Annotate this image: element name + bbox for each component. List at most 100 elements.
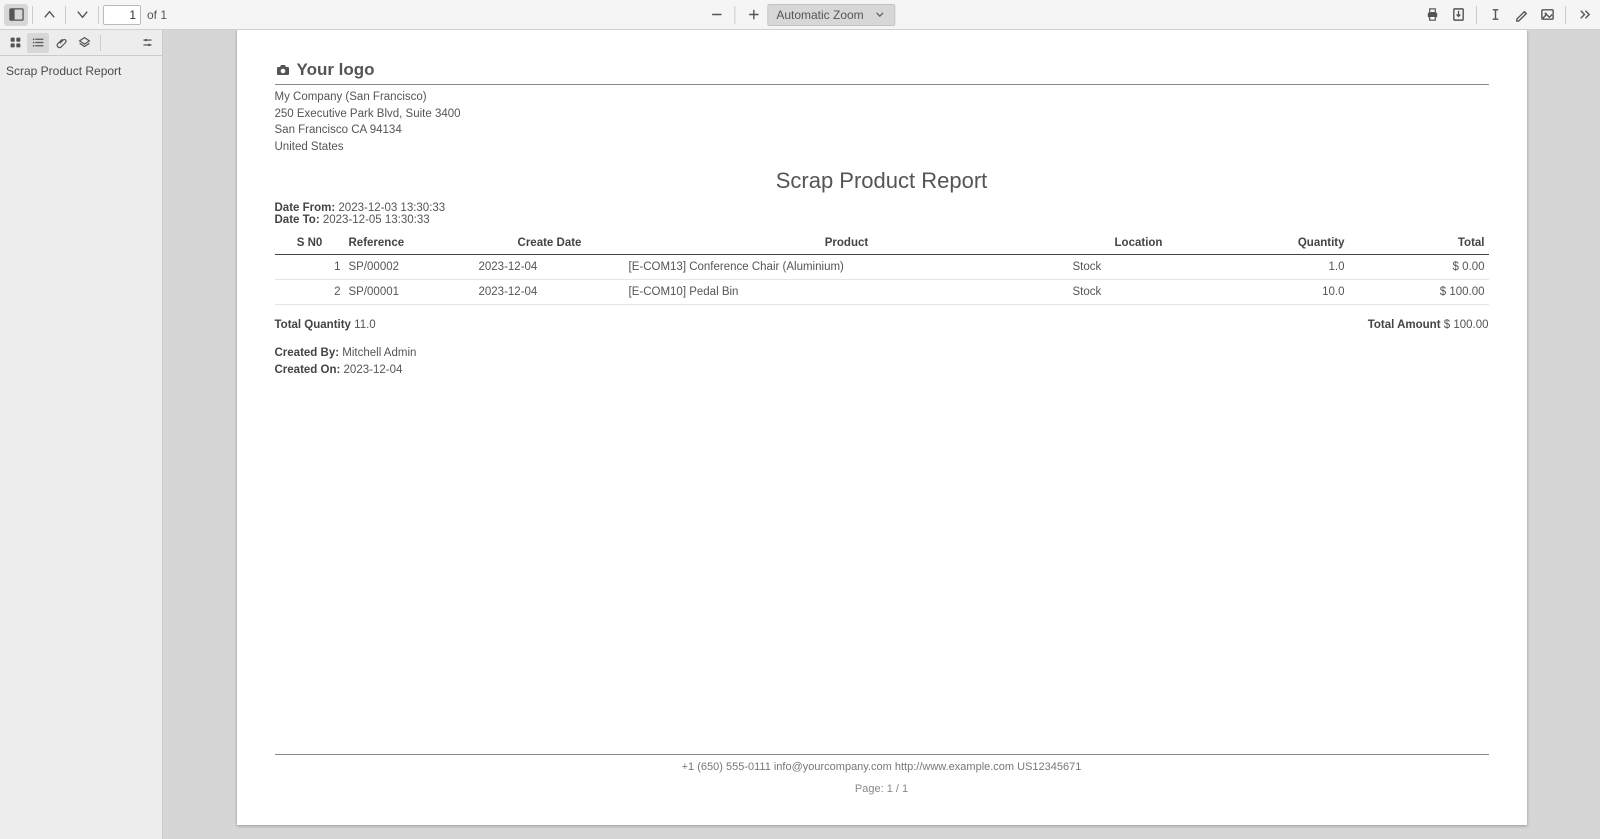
image-icon xyxy=(1540,7,1555,22)
company-address: My Company (San Francisco) 250 Executive… xyxy=(275,89,1489,156)
created-on-label: Created On: xyxy=(275,364,341,376)
created-on-value: 2023-12-04 xyxy=(344,364,403,376)
page-of-label: of 1 xyxy=(147,8,167,22)
cell-quantity: 1.0 xyxy=(1209,254,1349,279)
pdf-page: Your logo My Company (San Francisco) 250… xyxy=(237,30,1527,825)
chevrons-right-icon xyxy=(1577,7,1592,22)
chevron-down-icon xyxy=(874,8,887,21)
sliders-icon xyxy=(141,36,154,49)
cell-total: $ 100.00 xyxy=(1349,279,1489,304)
page-number-input[interactable] xyxy=(103,5,141,25)
report-table: S N0 Reference Create Date Product Locat… xyxy=(275,232,1489,305)
date-to-value: 2023-12-05 13:30:33 xyxy=(323,214,430,226)
cell-quantity: 10.0 xyxy=(1209,279,1349,304)
sidebar: Scrap Product Report xyxy=(0,30,163,839)
zoom-level-label: Automatic Zoom xyxy=(776,8,863,22)
table-header-row: S N0 Reference Create Date Product Locat… xyxy=(275,232,1489,255)
prev-page-button[interactable] xyxy=(37,4,61,26)
next-page-button[interactable] xyxy=(70,4,94,26)
cell-product: [E-COM10] Pedal Bin xyxy=(625,279,1069,304)
pencil-icon xyxy=(1514,7,1529,22)
cell-reference: SP/00001 xyxy=(345,279,475,304)
company-name: My Company (San Francisco) xyxy=(275,89,1489,106)
zoom-out-button[interactable] xyxy=(704,4,728,26)
cell-total: $ 0.00 xyxy=(1349,254,1489,279)
separator xyxy=(98,6,99,24)
attachments-view-button[interactable] xyxy=(50,33,72,53)
total-quantity-value: 11.0 xyxy=(354,319,376,331)
separator xyxy=(1565,6,1566,24)
outline-item[interactable]: Scrap Product Report xyxy=(0,56,162,86)
table-row: 2 SP/00001 2023-12-04 [E-COM10] Pedal Bi… xyxy=(275,279,1489,304)
footer-page-number: Page: 1 / 1 xyxy=(275,783,1489,795)
header-rule xyxy=(275,84,1489,85)
cell-location: Stock xyxy=(1069,279,1209,304)
separator xyxy=(100,35,101,51)
total-amount-value: $ 100.00 xyxy=(1444,319,1489,331)
cell-location: Stock xyxy=(1069,254,1209,279)
separator xyxy=(1476,6,1477,24)
print-button[interactable] xyxy=(1420,4,1444,26)
list-icon xyxy=(32,36,45,49)
text-tool-button[interactable] xyxy=(1483,4,1507,26)
date-from-row: Date From: 2023-12-03 13:30:33 xyxy=(275,202,1489,214)
total-amount-label: Total Amount xyxy=(1368,319,1441,331)
outline-view-button[interactable] xyxy=(27,33,49,53)
pdf-toolbar: of 1 Automatic Zoom xyxy=(0,0,1600,30)
col-product: Product xyxy=(625,232,1069,255)
col-location: Location xyxy=(1069,232,1209,255)
outline-options-button[interactable] xyxy=(136,33,158,53)
date-from-value: 2023-12-03 13:30:33 xyxy=(338,202,445,214)
report-title: Scrap Product Report xyxy=(275,168,1489,194)
download-button[interactable] xyxy=(1446,4,1470,26)
col-sno: S N0 xyxy=(275,232,345,255)
thumbnails-view-button[interactable] xyxy=(4,33,26,53)
tools-menu-button[interactable] xyxy=(1572,4,1596,26)
date-from-label: Date From: xyxy=(275,202,336,214)
page-footer: +1 (650) 555-0111 info@yourcompany.com h… xyxy=(275,749,1489,796)
image-tool-button[interactable] xyxy=(1535,4,1559,26)
total-quantity-label: Total Quantity xyxy=(275,319,351,331)
separator xyxy=(65,6,66,24)
cell-reference: SP/00002 xyxy=(345,254,475,279)
cell-create-date: 2023-12-04 xyxy=(475,254,625,279)
company-city: San Francisco CA 94134 xyxy=(275,122,1489,139)
totals-row: Total Quantity 11.0 Total Amount $ 100.0… xyxy=(275,319,1489,331)
company-street: 250 Executive Park Blvd, Suite 3400 xyxy=(275,106,1489,123)
text-cursor-icon xyxy=(1488,7,1503,22)
grid-icon xyxy=(9,36,22,49)
pdf-viewer[interactable]: Your logo My Company (San Francisco) 250… xyxy=(163,30,1600,839)
table-row: 1 SP/00002 2023-12-04 [E-COM13] Conferen… xyxy=(275,254,1489,279)
download-icon xyxy=(1451,7,1466,22)
created-by-label: Created By: xyxy=(275,347,340,359)
separator xyxy=(32,6,33,24)
date-to-row: Date To: 2023-12-05 13:30:33 xyxy=(275,214,1489,226)
layers-view-button[interactable] xyxy=(73,33,95,53)
camera-icon xyxy=(275,62,291,78)
layers-icon xyxy=(78,36,91,49)
print-icon xyxy=(1425,7,1440,22)
cell-sno: 2 xyxy=(275,279,345,304)
logo-text: Your logo xyxy=(297,60,375,80)
created-by-value: Mitchell Admin xyxy=(342,347,416,359)
col-quantity: Quantity xyxy=(1209,232,1349,255)
col-create-date: Create Date xyxy=(475,232,625,255)
cell-product: [E-COM13] Conference Chair (Aluminium) xyxy=(625,254,1069,279)
separator xyxy=(734,6,735,24)
company-country: United States xyxy=(275,139,1489,156)
footer-contact: +1 (650) 555-0111 info@yourcompany.com h… xyxy=(275,761,1489,773)
col-total: Total xyxy=(1349,232,1489,255)
zoom-level-select[interactable]: Automatic Zoom xyxy=(767,4,895,26)
created-info: Created By: Mitchell Admin Created On: 2… xyxy=(275,345,1489,380)
cell-create-date: 2023-12-04 xyxy=(475,279,625,304)
zoom-in-button[interactable] xyxy=(741,4,765,26)
paperclip-icon xyxy=(55,36,68,49)
cell-sno: 1 xyxy=(275,254,345,279)
toggle-sidebar-button[interactable] xyxy=(4,4,28,26)
col-reference: Reference xyxy=(345,232,475,255)
sidebar-toolbar xyxy=(0,30,162,56)
draw-tool-button[interactable] xyxy=(1509,4,1533,26)
outline-item-label: Scrap Product Report xyxy=(6,64,121,78)
date-to-label: Date To: xyxy=(275,214,320,226)
company-logo: Your logo xyxy=(275,60,1489,80)
